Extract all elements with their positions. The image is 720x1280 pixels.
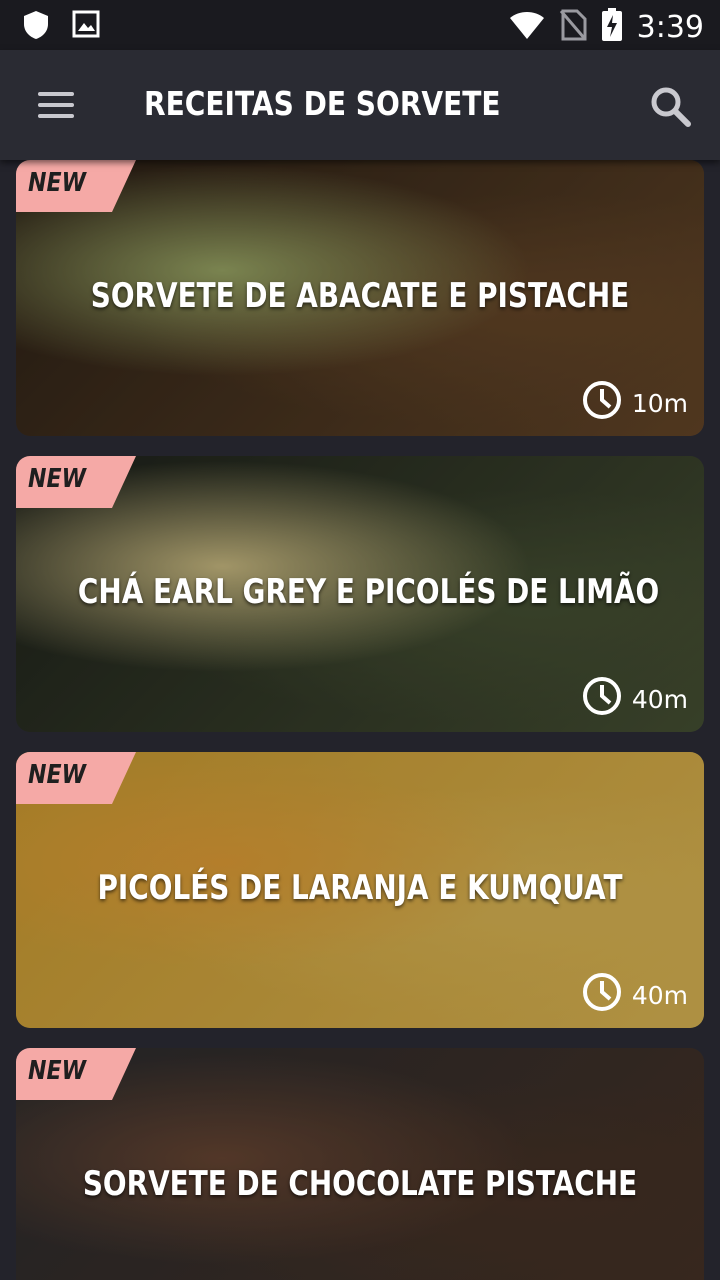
recipe-card[interactable]: NEW SORVETE DE ABACATE E PISTACHE 10m: [16, 160, 704, 436]
recipe-card[interactable]: NEW SORVETE DE CHOCOLATE PISTACHE: [16, 1048, 704, 1280]
new-badge-label: NEW: [28, 168, 86, 198]
new-badge-label: NEW: [28, 1056, 86, 1086]
image-icon: [72, 10, 100, 45]
search-icon[interactable]: [646, 82, 696, 132]
recipe-title: SORVETE DE ABACATE E PISTACHE: [90, 276, 630, 316]
recipe-time: 40m: [582, 972, 688, 1018]
wifi-icon: [509, 10, 545, 45]
status-time: 3:39: [636, 10, 704, 45]
recipe-time-label: 10m: [631, 388, 688, 418]
battery-charging-icon: [601, 8, 623, 47]
new-badge-label: NEW: [28, 464, 86, 494]
status-bar: 3:39: [0, 0, 720, 50]
page-title: RECEITAS DE SORVETE: [144, 84, 501, 123]
no-sim-icon: [559, 9, 587, 46]
clock-icon: [582, 676, 622, 722]
new-badge-label: NEW: [28, 760, 86, 790]
recipe-time: 40m: [582, 676, 688, 722]
recipe-time-label: 40m: [631, 980, 688, 1010]
app-bar: RECEITAS DE SORVETE: [0, 50, 720, 160]
menu-icon[interactable]: [30, 80, 82, 132]
clock-icon: [582, 380, 622, 426]
recipe-card[interactable]: NEW CHÁ EARL GREY E PICOLÉS DE LIMÃO 40m: [16, 456, 704, 732]
clock-icon: [582, 972, 622, 1018]
new-badge: NEW: [16, 752, 136, 804]
recipe-time: 10m: [582, 380, 688, 426]
recipe-list: NEW SORVETE DE ABACATE E PISTACHE 10m NE…: [0, 160, 720, 1280]
recipe-title: CHÁ EARL GREY E PICOLÉS DE LIMÃO: [77, 572, 660, 612]
recipe-time-label: 40m: [631, 684, 688, 714]
new-badge: NEW: [16, 160, 136, 212]
new-badge: NEW: [16, 456, 136, 508]
recipe-card[interactable]: NEW PICOLÉS DE LARANJA E KUMQUAT 40m: [16, 752, 704, 1028]
shield-icon: [22, 10, 50, 45]
recipe-title: PICOLÉS DE LARANJA E KUMQUAT: [97, 868, 623, 908]
new-badge: NEW: [16, 1048, 136, 1100]
recipe-title: SORVETE DE CHOCOLATE PISTACHE: [82, 1164, 638, 1204]
